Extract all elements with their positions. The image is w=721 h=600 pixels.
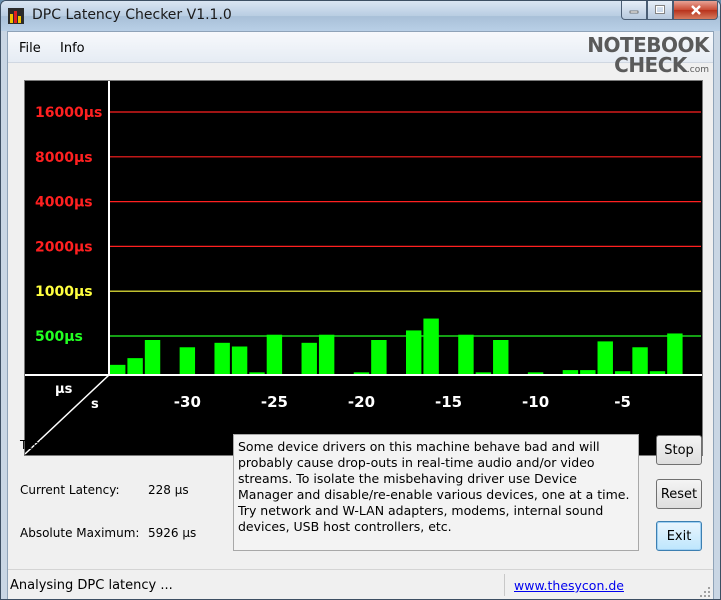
- y-unit-label: µs: [55, 382, 73, 397]
- latency-bar: [667, 333, 683, 375]
- close-icon: [690, 5, 701, 15]
- description-text: Some device drivers on this machine beha…: [233, 434, 639, 551]
- latency-bar: [231, 346, 248, 375]
- latency-bar: [179, 347, 196, 375]
- maximize-button[interactable]: [647, 1, 673, 20]
- threshold-label: 500µs: [35, 329, 83, 345]
- logo-line1: NOTEBOOK: [587, 33, 709, 57]
- close-button[interactable]: [673, 1, 718, 20]
- maximize-icon: [655, 5, 665, 14]
- x-tick-label: -10: [522, 393, 549, 411]
- current-latency-label: Current Latency:: [20, 483, 120, 497]
- menu-file[interactable]: File: [19, 41, 41, 56]
- latency-bar: [110, 364, 126, 375]
- latency-bar: [406, 330, 422, 375]
- stop-button[interactable]: Stop: [656, 435, 702, 465]
- logo-line3: .com: [686, 65, 709, 75]
- status-bar: Analysing DPC latency ... www.thesycon.d…: [8, 569, 713, 599]
- client-area: File Info NOTEBOOK CHECK.com 16000µs 8000…: [7, 31, 714, 599]
- window-title: DPC Latency Checker V1.1.0: [32, 7, 232, 23]
- latency-bar: [371, 339, 387, 375]
- latency-bar: [144, 339, 161, 375]
- absolute-max-label: Absolute Maximum:: [20, 526, 140, 540]
- resize-grip-icon[interactable]: [699, 586, 711, 598]
- latency-bar: [493, 339, 509, 375]
- x-unit-label: s: [91, 397, 99, 412]
- latency-chart-svg: 16000µs 8000µs 4000µs 2000µs 1000µs 500µs µs s -…: [25, 81, 702, 455]
- menu-info[interactable]: Info: [60, 41, 85, 56]
- threshold-label: 2000µs: [35, 239, 93, 255]
- latency-bar: [458, 334, 474, 375]
- app-window: DPC Latency Checker V1.1.0 File Info NOT…: [0, 0, 721, 600]
- x-tick-label: -5: [614, 393, 631, 411]
- app-icon: [8, 8, 24, 24]
- latency-bar: [632, 347, 648, 375]
- latency-bar: [597, 341, 613, 375]
- x-tick-label: -30: [174, 393, 201, 411]
- absolute-max-value: 5926 µs: [148, 526, 197, 540]
- reset-button[interactable]: Reset: [656, 479, 702, 509]
- test-interval-label: Test Interval:: [20, 438, 98, 452]
- logo-line2: CHECK: [614, 53, 687, 77]
- status-text: Analysing DPC latency ...: [10, 578, 173, 593]
- minimize-icon: [629, 10, 639, 14]
- test-interval-value: 1000 µs: [148, 438, 197, 452]
- latency-bar: [214, 342, 230, 375]
- status-separator: [504, 574, 505, 596]
- latency-chart: 16000µs 8000µs 4000µs 2000µs 1000µs 500µs µs s -…: [24, 80, 703, 456]
- threshold-label: 8000µs: [35, 150, 93, 166]
- x-tick-label: -15: [435, 393, 462, 411]
- exit-button[interactable]: Exit: [656, 521, 702, 551]
- menu-bar: File Info NOTEBOOK CHECK.com: [8, 32, 713, 75]
- threshold-label: 4000µs: [35, 195, 93, 211]
- latency-bar: [318, 334, 335, 375]
- latency-bar: [127, 358, 143, 375]
- x-tick-label: -20: [348, 393, 375, 411]
- latency-bar: [301, 342, 317, 375]
- x-tick-label: -25: [261, 393, 288, 411]
- threshold-label: 16000µs: [35, 105, 102, 121]
- latency-bar: [423, 318, 439, 375]
- threshold-label: 1000µs: [35, 284, 93, 300]
- title-bar[interactable]: DPC Latency Checker V1.1.0: [1, 1, 720, 31]
- latency-bar: [266, 334, 283, 375]
- notebookcheck-logo: NOTEBOOK CHECK.com: [587, 35, 709, 75]
- minimize-button[interactable]: [621, 1, 647, 20]
- thesycon-link[interactable]: www.thesycon.de: [514, 578, 624, 593]
- current-latency-value: 228 µs: [148, 483, 189, 497]
